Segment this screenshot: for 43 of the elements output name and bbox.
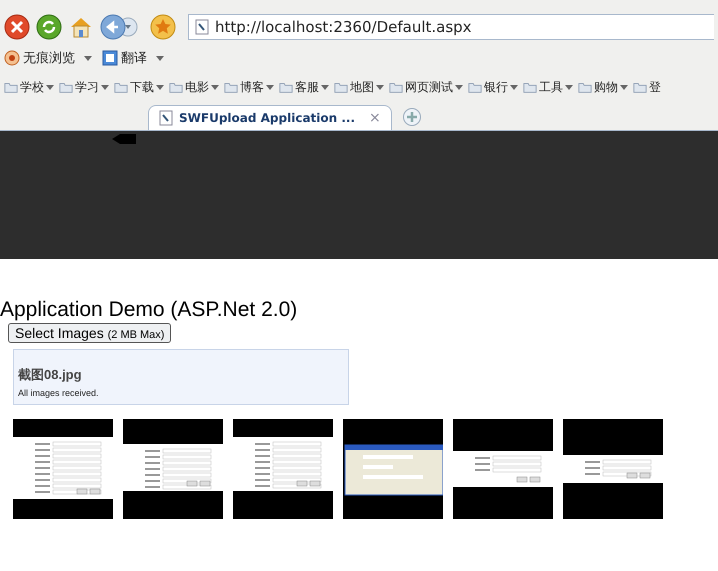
eye-icon (4, 50, 20, 66)
tab-title: SWFUpload Application ... (179, 111, 356, 125)
folder-icon (59, 80, 73, 94)
page-title: Application Demo (ASP.Net 2.0) (0, 297, 298, 323)
address-text: http://localhost:2360/Default.aspx (215, 18, 472, 36)
bookmark-folder[interactable]: 客服 (279, 78, 329, 96)
bookmark-folder[interactable]: 下载 (114, 78, 164, 96)
folder-icon (4, 80, 18, 94)
folder-icon (334, 80, 348, 94)
folder-icon (523, 80, 537, 94)
page-icon (159, 110, 173, 126)
folder-icon (468, 80, 482, 94)
folder-icon (169, 80, 183, 94)
bookmark-folder[interactable]: 电影 (169, 78, 219, 96)
bookmark-folder[interactable]: 网页测试 (389, 78, 463, 96)
bookmark-folder[interactable]: 学习 (59, 78, 109, 96)
bookmark-folder[interactable]: 学校 (4, 78, 54, 96)
folder-icon (279, 80, 293, 94)
caret-icon (156, 56, 164, 60)
select-images-button[interactable]: Select Images (2 MB Max) (8, 323, 172, 343)
folder-icon (114, 80, 128, 94)
folder-icon (389, 80, 403, 94)
bookmark-folder[interactable]: 地图 (334, 78, 384, 96)
toolbar-menu[interactable]: 无痕浏览 (4, 49, 92, 67)
caret-icon (84, 56, 92, 60)
bookmark-folder[interactable]: 银行 (468, 78, 518, 96)
file-name: 截图08.jpg (18, 366, 83, 384)
refresh-icon[interactable] (36, 14, 62, 40)
cursor-icon (112, 134, 136, 144)
page-icon (195, 19, 209, 35)
bookmark-folder[interactable]: 登 (633, 78, 661, 96)
status-message: All images received. (18, 388, 100, 398)
folder-icon (224, 80, 238, 94)
bookmark-folder[interactable]: 博客 (224, 78, 274, 96)
browser-tab[interactable]: SWFUpload Application ... × (148, 105, 392, 130)
folder-icon (633, 80, 647, 94)
address-bar[interactable]: http://localhost:2360/Default.aspx (188, 14, 714, 40)
translate-icon (102, 50, 118, 66)
stop-icon[interactable] (4, 14, 30, 40)
folder-icon (578, 80, 592, 94)
toolbar-menu[interactable]: 翻译 (102, 49, 164, 67)
bookmark-folder[interactable]: 工具 (523, 78, 573, 96)
bookmark-folder[interactable]: 购物 (578, 78, 628, 96)
